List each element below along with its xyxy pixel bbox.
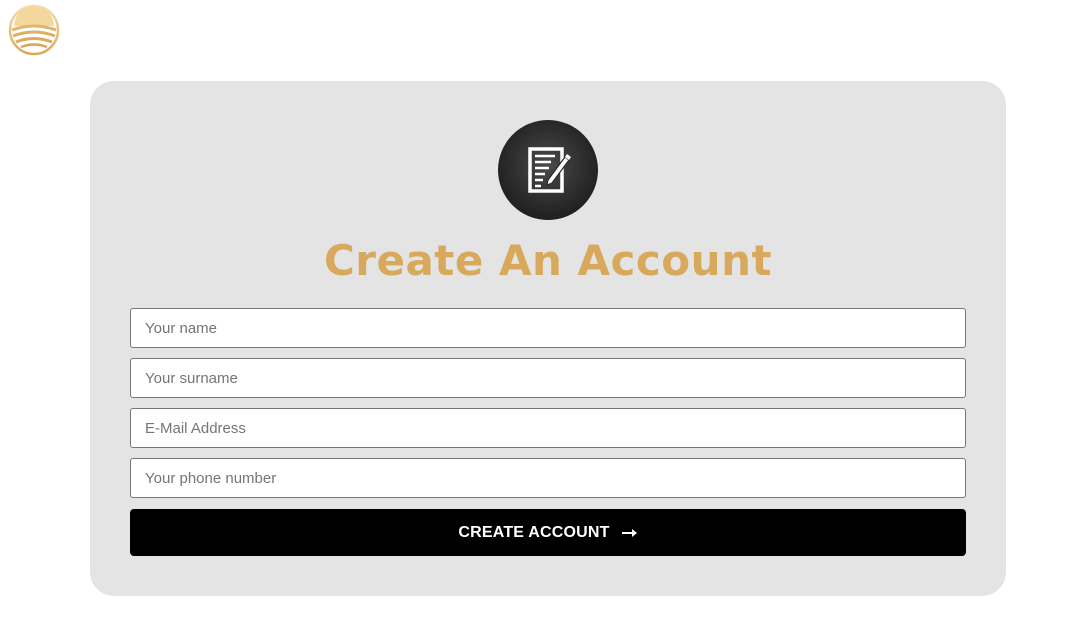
page-title: Create An Account (323, 236, 773, 285)
arrow-right-icon (621, 528, 638, 538)
surname-input[interactable] (130, 358, 966, 398)
email-input[interactable] (130, 408, 966, 448)
sun-horizon-logo-icon (8, 4, 60, 56)
signup-card: Create An Account CREATE ACCOUNT (90, 81, 1006, 596)
create-account-button[interactable]: CREATE ACCOUNT (130, 509, 966, 556)
form-edit-icon (498, 120, 598, 220)
document-pencil-icon (528, 147, 571, 193)
name-input[interactable] (130, 308, 966, 348)
create-account-label: CREATE ACCOUNT (458, 523, 610, 541)
phone-input[interactable] (130, 458, 966, 498)
brand-logo[interactable] (8, 4, 60, 56)
